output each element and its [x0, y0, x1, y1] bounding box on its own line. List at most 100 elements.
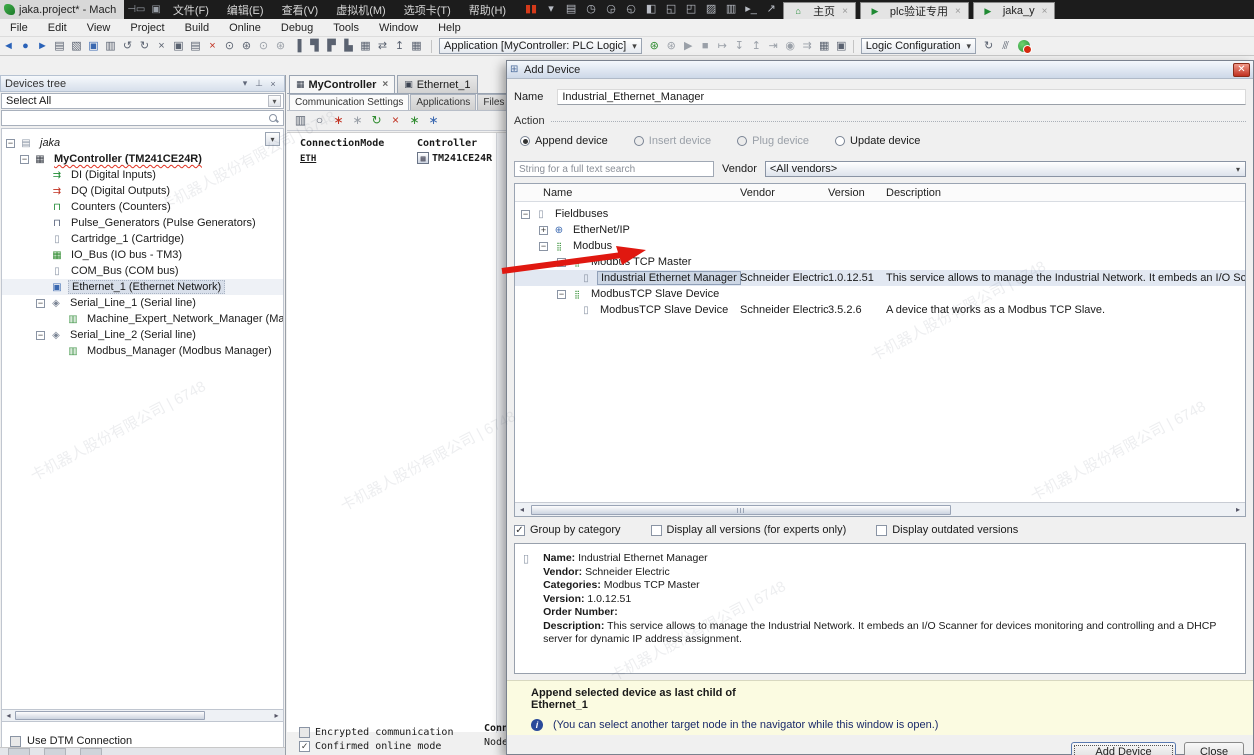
vm-tab-close-icon[interactable]: ×	[842, 6, 848, 17]
pin-icon[interactable]: ⊥	[252, 78, 266, 89]
export-icon[interactable]: ↥	[391, 38, 408, 55]
window-restore-icon[interactable]: ▣	[151, 4, 160, 15]
tree-item[interactable]: ▦ IO_Bus (IO bus - TM3)	[2, 247, 283, 263]
scrollbar-thumb[interactable]	[531, 505, 951, 515]
menubar-item[interactable]: Window	[369, 22, 428, 34]
stop-icon[interactable]: ■	[697, 38, 714, 55]
bookmark-clear-icon[interactable]: ▙	[340, 38, 357, 55]
tree-expander-icon[interactable]: −	[6, 139, 15, 148]
vm-tab-close-icon[interactable]: ×	[1042, 6, 1048, 17]
generate-code-icon[interactable]: ⊛	[663, 38, 680, 55]
cut-icon[interactable]: ×	[153, 38, 170, 55]
build-icon[interactable]: ⊛	[646, 38, 663, 55]
column-header-name[interactable]: Name	[515, 187, 740, 199]
tree-item[interactable]: − ◈ Serial_Line_1 (Serial line)	[2, 295, 283, 311]
device-table-row[interactable]: − ⣿ Modbus TCP Master	[515, 254, 1245, 270]
dialog-close-button[interactable]: ✕	[1233, 63, 1250, 77]
add-device-button[interactable]: Add Device	[1071, 742, 1176, 755]
display-option[interactable]: Display all versions (for experts only)	[651, 524, 847, 536]
fullscreen-icon[interactable]: ◰	[681, 2, 701, 17]
replace-icon[interactable]: ⊙	[255, 38, 272, 55]
flash-device-icon[interactable]: ∗	[329, 112, 348, 129]
tree-expander-icon[interactable]: −	[557, 290, 566, 299]
ctrl-alt-del-icon[interactable]: ▤	[561, 2, 581, 17]
tree-item[interactable]: ⊓ Counters (Counters)	[2, 199, 283, 215]
vm-menu-item[interactable]: 查看(V)	[273, 2, 328, 18]
tree-item[interactable]: ⇉ DQ (Digital Outputs)	[2, 183, 283, 199]
run-icon[interactable]: ▶	[680, 38, 697, 55]
scroll-right-icon[interactable]: ▸	[270, 711, 283, 720]
online-status-icon[interactable]	[1018, 40, 1030, 52]
menubar-item[interactable]: Edit	[38, 22, 77, 34]
tree-expander-icon[interactable]: −	[36, 299, 45, 308]
action-radio[interactable]: Update device	[835, 135, 920, 147]
scroll-left-icon[interactable]: ◂	[515, 505, 529, 514]
step-over-icon[interactable]: ↦	[714, 38, 731, 55]
nav-forward-icon[interactable]: ►	[34, 38, 51, 55]
refresh-icon[interactable]: ↻	[980, 38, 997, 55]
device-name-field[interactable]: Industrial_Ethernet_Manager	[557, 89, 1246, 105]
menubar-item[interactable]: Help	[428, 22, 471, 34]
display-option[interactable]: Display outdated versions	[876, 524, 1018, 536]
tree-item[interactable]: ▣ Ethernet_1 (Ethernet Network)	[2, 279, 283, 295]
vm-tab-close-icon[interactable]: ×	[955, 6, 961, 17]
replace-all-icon[interactable]: ⊛	[272, 38, 289, 55]
tree-item[interactable]: − ◈ Serial_Line_2 (Serial line)	[2, 327, 283, 343]
menubar-item[interactable]: Build	[175, 22, 219, 34]
tree-expander-icon[interactable]: −	[36, 331, 45, 340]
checkbox-icon[interactable]	[651, 525, 662, 536]
force-values-icon[interactable]: ⇉	[799, 38, 816, 55]
vm-menu-item[interactable]: 虚拟机(M)	[327, 2, 395, 18]
tree-expander-icon[interactable]: −	[557, 258, 566, 267]
tree-expander-icon[interactable]: −	[539, 242, 548, 251]
tree-item[interactable]: − ▦ MyController (TM241CE24R)	[2, 151, 283, 167]
menubar-item[interactable]: Project	[120, 22, 174, 34]
calendar-icon[interactable]: ▦	[408, 38, 425, 55]
find-icon[interactable]: ⊙	[221, 38, 238, 55]
dialog-titlebar[interactable]: ⊞ Add Device ✕	[507, 61, 1253, 79]
device-table-row[interactable]: − ⣿ Modbus	[515, 238, 1245, 254]
tree-item[interactable]: ▥ Machine_Expert_Network_Manager (Machin…	[2, 311, 283, 327]
checkbox-icon[interactable]: ✓	[514, 525, 525, 536]
scroll-left-icon[interactable]: ◂	[2, 711, 15, 720]
redo-icon[interactable]: ↻	[136, 38, 153, 55]
project-settings-icon[interactable]: ▦	[357, 38, 374, 55]
nav-stop-icon[interactable]: ●	[17, 38, 34, 55]
scan-network-icon[interactable]: ○	[310, 112, 329, 129]
encrypted-communication-checkbox[interactable]	[299, 727, 310, 738]
panel-menu-icon[interactable]: ▾	[238, 78, 252, 89]
fulltext-search-input[interactable]	[514, 161, 714, 177]
pause-dropdown-icon[interactable]: ▾	[541, 2, 561, 17]
multimonitor-icon[interactable]: ▥	[721, 2, 741, 17]
action-radio[interactable]: Insert device	[634, 135, 711, 147]
action-radio[interactable]: Plug device	[737, 135, 809, 147]
compare-icon[interactable]: ⇄	[374, 38, 391, 55]
nav-back-icon[interactable]: ◄	[0, 38, 17, 55]
flash-secondary-icon[interactable]: ∗	[348, 112, 367, 129]
gateway-icon[interactable]: ▥	[291, 112, 310, 129]
snapshot-manager-icon[interactable]: ◵	[621, 2, 641, 17]
menubar-item[interactable]: Online	[219, 22, 271, 34]
console-icon[interactable]: ▸_	[741, 2, 761, 17]
action-radio[interactable]: Append device	[520, 135, 608, 147]
device-filter-dropdown[interactable]: Select All ▾	[1, 93, 284, 109]
editor-tab[interactable]: ▦ MyController ×	[289, 75, 395, 93]
wink-icon[interactable]: ∗	[405, 112, 424, 129]
bottompanel-toggle-icon[interactable]: ◱	[661, 2, 681, 17]
scrollbar-thumb[interactable]	[15, 711, 205, 720]
editor-subtab[interactable]: Communication Settings	[289, 94, 409, 110]
unity-icon[interactable]: ▨	[701, 2, 721, 17]
editor-vertical-scrollbar[interactable]	[496, 133, 506, 733]
paste-icon[interactable]: ▤	[187, 38, 204, 55]
editor-subtab[interactable]: Applications	[410, 94, 476, 110]
print-icon[interactable]: ▥	[102, 38, 119, 55]
bookmark-next-icon[interactable]: ▜	[306, 38, 323, 55]
monitor2-icon[interactable]: ▣	[833, 38, 850, 55]
device-table-row[interactable]: − ▯ Fieldbuses	[515, 206, 1245, 222]
step-out-icon[interactable]: ↥	[748, 38, 765, 55]
open-project-icon[interactable]: ▧	[68, 38, 85, 55]
vm-menu-item[interactable]: 帮助(H)	[460, 2, 515, 18]
editor-tab[interactable]: ▣ Ethernet_1	[397, 75, 477, 93]
menubar-item[interactable]: File	[0, 22, 38, 34]
editor-tab-close-icon[interactable]: ×	[382, 79, 388, 90]
